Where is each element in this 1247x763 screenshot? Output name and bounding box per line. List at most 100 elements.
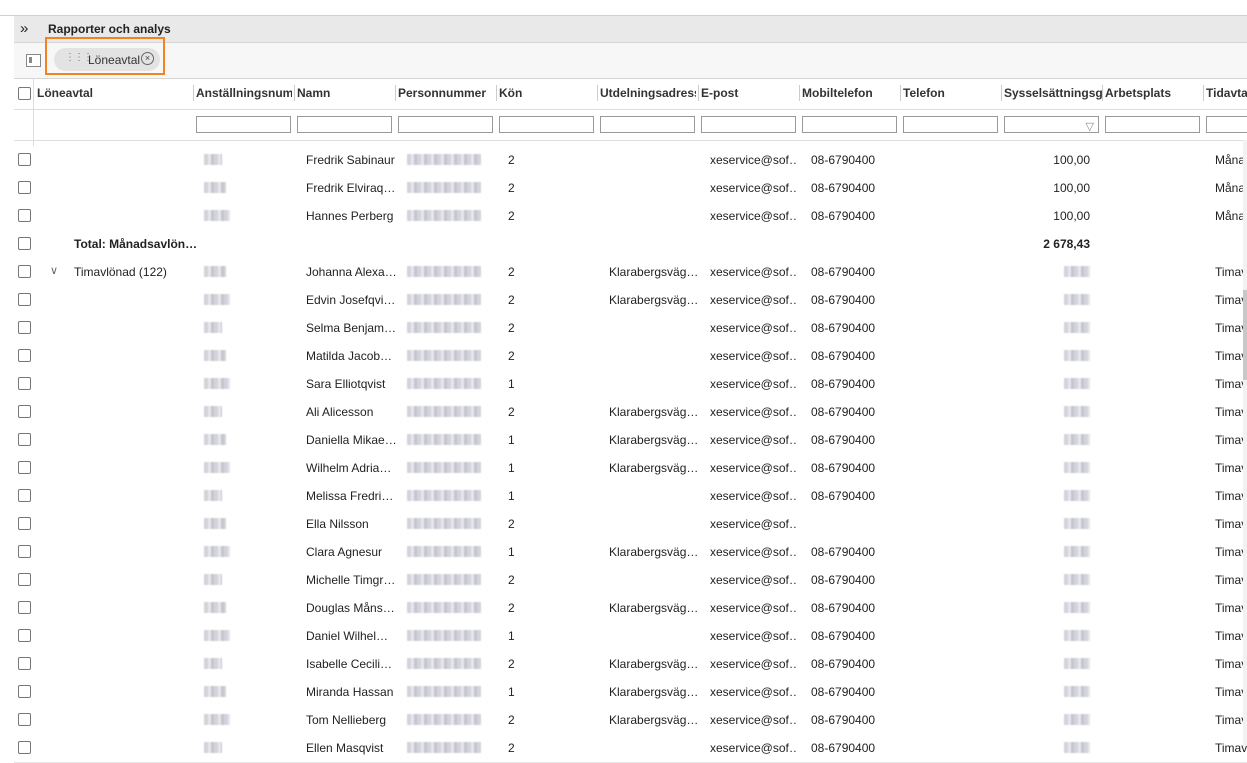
column-header-telefon[interactable]: Telefon [903,86,999,100]
row-checkbox[interactable] [18,377,31,390]
table-row[interactable]: ∨ Timavlönad (122) Johanna Alexa… 2 Klaraber… [14,258,1247,287]
column-header-utdelningsadress[interactable]: Utdelningsadress [600,86,696,100]
filter-input-namn[interactable] [297,116,392,133]
row-checkbox[interactable] [18,461,31,474]
row-checkbox[interactable] [18,741,31,754]
row-checkbox[interactable] [18,349,31,362]
table-row[interactable]: Daniel Wilhel… 1 xeservice@sof… 08-6790400 T… [14,622,1247,651]
table-row[interactable]: Isabelle Cecili… 2 Klarabergsväg… xeservice… [14,650,1247,679]
redacted-personnummer [407,434,481,445]
column-separator[interactable] [1203,85,1204,101]
vertical-scrollbar[interactable] [1243,140,1247,746]
table-row[interactable]: Edvin Josefqvi… 2 Klarabergsväg… xeservice@… [14,286,1247,315]
redacted-sysselsattningsgrad [1064,294,1090,305]
row-checkbox[interactable] [18,629,31,642]
filter-input-tidavtal[interactable] [1206,116,1247,133]
table-row[interactable]: Tom Nellieberg 2 Klarabergsväg… xeservice@s… [14,706,1247,735]
cell-mobiltelefon: 08-6790400 [811,573,876,587]
table-row[interactable]: Daniella Mikae… 1 Klarabergsväg… xeservice@… [14,426,1247,455]
cell-utdelningsadress: Klarabergsväg… [609,601,697,615]
cell-epost: xeservice@sof… [710,153,798,167]
expand-panel-icon[interactable]: » [20,19,40,39]
column-header-kon[interactable]: Kön [499,86,595,100]
column-separator[interactable] [597,85,598,101]
table-row[interactable]: Ali Alicesson 2 Klarabergsväg… xeservice@so… [14,398,1247,427]
cell-utdelningsadress: Klarabergsväg… [609,265,697,279]
row-checkbox[interactable] [18,321,31,334]
select-all-checkbox[interactable] [18,87,31,100]
filter-input-anstallningsnummer[interactable] [196,116,291,133]
column-header-tidavtal[interactable]: Tidavtal [1206,86,1247,100]
scrollbar-thumb[interactable] [1243,290,1247,380]
column-header-loneavtal[interactable]: Löneavtal [37,86,187,100]
column-separator[interactable] [294,85,295,101]
column-header-sysselsattningsgrad[interactable]: Sysselsättningsgr… [1004,86,1102,100]
column-header-namn[interactable]: Namn [297,86,393,100]
redacted-personnummer [407,210,481,221]
collapse-group-icon[interactable]: ∨ [50,264,58,277]
table-row[interactable]: Selma Benjam… 2 xeservice@sof… 08-6790400 Ti… [14,314,1247,343]
row-checkbox[interactable] [18,517,31,530]
table-row[interactable]: Douglas Måns… 2 Klarabergsväg… xeservice@so… [14,594,1247,623]
cell-namn: Clara Agnesur [306,545,383,559]
redacted-employee-number [204,434,226,445]
table-row[interactable]: Ellen Masqvist 2 xeservice@sof… 08-6790400 T… [14,734,1247,763]
column-separator[interactable] [395,85,396,101]
table-row[interactable]: Melissa Fredri… 1 xeservice@sof… 08-6790400… [14,482,1247,511]
filter-input-personnummer[interactable] [398,116,493,133]
cell-namn: Sara Elliotqvist [306,377,386,391]
table-row[interactable]: Clara Agnesur 1 Klarabergsväg… xeservice@so… [14,538,1247,567]
column-header-arbetsplats[interactable]: Arbetsplats [1105,86,1201,100]
column-separator[interactable] [193,85,194,101]
filter-input-epost[interactable] [701,116,796,133]
row-checkbox[interactable] [18,181,31,194]
total-row[interactable]: Total: Månadsavlön… 2 678,43 [14,230,1247,259]
column-separator[interactable] [1001,85,1002,101]
filter-input-utdelningsadress[interactable] [600,116,695,133]
column-separator[interactable] [799,85,800,101]
column-header-personnummer[interactable]: Personnummer [398,86,494,100]
table-row[interactable]: Hannes Perberg 2 xeservice@sof… 08-6790400 1… [14,202,1247,231]
table-row[interactable]: Matilda Jacob… 2 xeservice@sof… 08-6790400 T… [14,342,1247,371]
table-row[interactable]: Ella Nilsson 2 xeservice@sof… Timav [14,510,1247,539]
row-checkbox[interactable] [18,601,31,614]
table-row[interactable]: Michelle Timgr… 2 xeservice@sof… 08-6790400… [14,566,1247,595]
filter-funnel-icon[interactable]: ▽ [1086,120,1094,133]
column-header-epost[interactable]: E-post [701,86,797,100]
table-row[interactable]: Sara Elliotqvist 1 xeservice@sof… 08-679040… [14,370,1247,399]
row-checkbox[interactable] [18,209,31,222]
row-checkbox[interactable] [18,405,31,418]
filter-input-kon[interactable] [499,116,594,133]
column-header-mobiltelefon[interactable]: Mobiltelefon [802,86,898,100]
cell-namn: Douglas Måns… [306,601,395,615]
column-separator[interactable] [698,85,699,101]
row-checkbox[interactable] [18,293,31,306]
cell-epost: xeservice@sof… [710,545,798,559]
table-row[interactable]: Fredrik Elviraq… 2 xeservice@sof… 08-679040… [14,174,1247,203]
table-row[interactable]: Miranda Hassan 1 Klarabergsväg… xeservice@s… [14,678,1247,707]
row-checkbox[interactable] [18,489,31,502]
filter-input-sysselsattningsgrad[interactable]: ▽ [1004,116,1099,133]
group-panel-icon[interactable] [26,54,41,67]
filter-input-arbetsplats[interactable] [1105,116,1200,133]
cell-epost: xeservice@sof… [710,265,798,279]
column-separator[interactable] [496,85,497,101]
filter-input-mobiltelefon[interactable] [802,116,897,133]
row-checkbox[interactable] [18,657,31,670]
column-separator[interactable] [900,85,901,101]
row-checkbox[interactable] [18,153,31,166]
row-checkbox[interactable] [18,237,31,250]
row-checkbox[interactable] [18,573,31,586]
row-checkbox[interactable] [18,433,31,446]
cell-epost: xeservice@sof… [710,433,798,447]
column-separator[interactable] [1102,85,1103,101]
table-row[interactable]: Wilhelm Adria… 1 Klarabergsväg… xeservice@s… [14,454,1247,483]
redacted-personnummer [407,546,481,557]
row-checkbox[interactable] [18,545,31,558]
row-checkbox[interactable] [18,265,31,278]
column-header-anstallningsnummer[interactable]: Anställningsnum… [196,86,292,100]
row-checkbox[interactable] [18,685,31,698]
table-row[interactable]: Fredrik Sabinaur 2 xeservice@sof… 08-679040… [14,146,1247,175]
filter-input-telefon[interactable] [903,116,998,133]
row-checkbox[interactable] [18,713,31,726]
